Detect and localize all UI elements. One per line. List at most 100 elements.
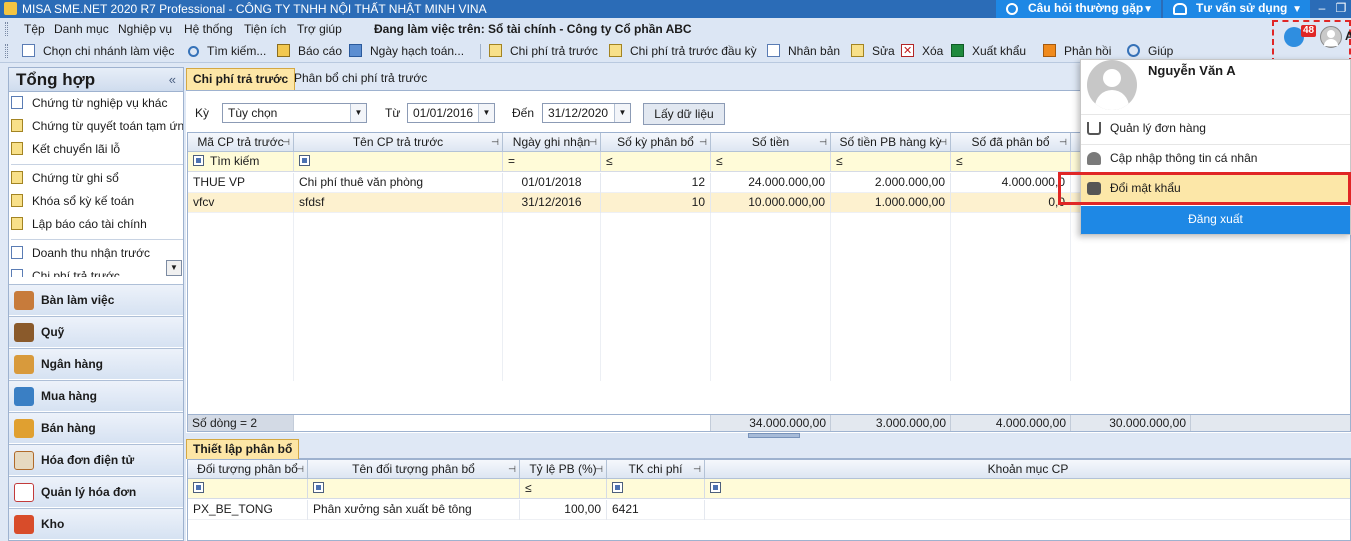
filter-target-name[interactable]	[308, 479, 520, 499]
pin-icon[interactable]: ⊣	[1059, 133, 1067, 151]
feedback-button[interactable]: Phản hồi	[1043, 43, 1111, 60]
prepaid-cost-button[interactable]: Chi phí trả trước	[489, 43, 598, 60]
filter-account[interactable]	[607, 479, 705, 499]
feedback-label: Phản hồi	[1064, 44, 1112, 58]
logout-button[interactable]: Đăng xuất	[1081, 206, 1350, 234]
grid-line	[293, 213, 294, 381]
pin-icon[interactable]: ⊣	[819, 133, 827, 151]
menu-help[interactable]: Trợ giúp	[297, 22, 342, 36]
nav-item-other-vouchers[interactable]: Chứng từ nghiệp vụ khác	[11, 94, 183, 114]
nav-item-financial-report[interactable]: Lập báo cáo tài chính	[11, 215, 183, 235]
posting-date-button[interactable]: Ngày hạch toán...	[349, 43, 464, 60]
column-header-periods[interactable]: Số kỳ phân bổ ⊣	[601, 133, 711, 152]
select-branch-button[interactable]: Chọn chi nhánh làm việc	[22, 43, 174, 60]
menu-catalog[interactable]: Danh mục	[54, 22, 109, 36]
tab-prepaid-allocation[interactable]: Phân bổ chi phí trả trước	[288, 68, 433, 90]
nav-item-deferred-revenue[interactable]: Doanh thu nhận trước	[11, 244, 183, 264]
column-header-date[interactable]: Ngày ghi nhận ⊣	[503, 133, 601, 152]
faq-button[interactable]: Câu hỏi thường gặp ▼	[996, 0, 1161, 18]
column-header-amount[interactable]: Số tiền ⊣	[711, 133, 831, 152]
title-bar: MISA SME.NET 2020 R7 Professional - CÔNG…	[0, 0, 1351, 18]
module-desk[interactable]: Bàn làm việc	[9, 284, 183, 315]
prepaid-opening-button[interactable]: Chi phí trả trước đầu kỳ	[609, 43, 757, 60]
module-warehouse[interactable]: Kho	[9, 508, 183, 539]
to-date-input[interactable]: 31/12/2020 ▼	[542, 103, 631, 123]
avatar[interactable]	[1320, 26, 1342, 48]
tab-allocation-setup[interactable]: Thiết lập phân bổ	[186, 439, 300, 459]
module-invoice-management[interactable]: Quản lý hóa đơn	[9, 476, 183, 507]
report-button[interactable]: Báo cáo	[277, 43, 342, 60]
pin-icon[interactable]: ⊣	[508, 460, 516, 478]
pin-icon[interactable]: ⊣	[699, 133, 707, 151]
table-row[interactable]: PX_BE_TONG Phân xưởng sản xuất bê tông 1…	[188, 500, 1350, 520]
duplicate-button[interactable]: Nhân bản	[767, 43, 840, 60]
filter-code[interactable]: Tìm kiếm	[188, 152, 294, 172]
column-header-rate[interactable]: Tỷ lệ PB (%) ⊣	[520, 460, 607, 479]
menu-operations[interactable]: Nghiệp vụ	[118, 22, 172, 36]
pin-icon[interactable]: ⊣	[282, 133, 290, 151]
module-cash[interactable]: Quỹ	[9, 316, 183, 347]
collapse-icon[interactable]: «	[169, 72, 176, 87]
dropdown-arrow-icon[interactable]: ▼	[350, 104, 366, 122]
pin-icon[interactable]: ⊣	[595, 460, 603, 478]
pin-icon[interactable]: ⊣	[693, 460, 701, 478]
module-bank[interactable]: Ngân hàng	[9, 348, 183, 379]
calendar-dropdown-icon[interactable]: ▼	[478, 104, 494, 122]
filter-target[interactable]	[188, 479, 308, 499]
menu-file[interactable]: Tệp	[24, 22, 45, 36]
module-e-invoice[interactable]: Hóa đơn điện tử	[9, 444, 183, 475]
filter-name[interactable]	[294, 152, 503, 172]
nav-item-advance-settlement[interactable]: Chứng từ quyết toán tạm ứn...	[11, 117, 183, 137]
fetch-data-button[interactable]: Lấy dữ liệu	[643, 103, 725, 125]
filter-cost-item[interactable]	[705, 479, 1350, 499]
filter-periods[interactable]: ≤	[601, 152, 711, 172]
export-button[interactable]: Xuất khẩu	[951, 43, 1026, 60]
pin-icon[interactable]: ⊣	[939, 133, 947, 151]
search-button[interactable]: Tìm kiếm...	[188, 43, 266, 60]
cell-account: 6421	[607, 500, 705, 520]
module-sales[interactable]: Bán hàng	[9, 412, 183, 443]
from-date-input[interactable]: 01/01/2016 ▼	[407, 103, 495, 123]
nav-item-close-period[interactable]: Khóa sổ kỳ kế toán	[11, 192, 183, 212]
column-header-period-amount[interactable]: Số tiền PB hàng kỳ ⊣	[831, 133, 951, 152]
period-select[interactable]: Tùy chọn ▼	[222, 103, 367, 123]
consult-button[interactable]: Tư vấn sử dụng ▼	[1163, 0, 1310, 18]
column-header-account[interactable]: TK chi phí ⊣	[607, 460, 705, 479]
scroll-down-button[interactable]: ▼	[166, 260, 182, 276]
splitter-handle[interactable]	[748, 433, 800, 438]
delete-button[interactable]: Xóa	[901, 43, 943, 60]
sales-icon	[14, 419, 34, 438]
menu-item-update-profile[interactable]: Cập nhập thông tin cá nhân	[1081, 144, 1350, 172]
nav-item-prepaid-cost[interactable]: Chi phí trả trước	[11, 267, 183, 277]
filter-rate[interactable]: ≤	[520, 479, 607, 499]
column-header-cost-item[interactable]: Khoản mục CP	[705, 460, 1350, 479]
nav-item-profit-transfer[interactable]: Kết chuyển lãi lỗ	[11, 140, 183, 160]
nav-item-ledger-vouchers[interactable]: Chứng từ ghi sổ	[11, 169, 183, 189]
consult-label: Tư vấn sử dụng	[1196, 1, 1288, 15]
column-label: Số tiền PB hàng kỳ	[839, 135, 942, 149]
menu-system[interactable]: Hệ thống	[184, 22, 233, 36]
minimize-button[interactable]: –	[1312, 0, 1332, 18]
pin-icon[interactable]: ⊣	[296, 460, 304, 478]
cell-period-amount: 1.000.000,00	[831, 193, 951, 213]
filter-amount[interactable]: ≤	[711, 152, 831, 172]
filter-period-amount[interactable]: ≤	[831, 152, 951, 172]
menu-utilities[interactable]: Tiện ích	[244, 22, 286, 36]
edit-button[interactable]: Sửa	[851, 43, 895, 60]
filter-allocated[interactable]: ≤	[951, 152, 1071, 172]
desk-icon	[14, 291, 34, 310]
calendar-dropdown-icon[interactable]: ▼	[614, 104, 630, 122]
restore-button[interactable]: ❐	[1331, 0, 1351, 18]
help-button[interactable]: Giúp	[1127, 43, 1173, 60]
pin-icon[interactable]: ⊣	[589, 133, 597, 151]
module-purchase[interactable]: Mua hàng	[9, 380, 183, 411]
column-header-allocated[interactable]: Số đã phân bổ ⊣	[951, 133, 1071, 152]
filter-date[interactable]: =	[503, 152, 601, 172]
column-header-target[interactable]: Đối tượng phân bổ ⊣	[188, 460, 308, 479]
column-header-code[interactable]: Mã CP trả trước ⊣	[188, 133, 294, 152]
column-header-name[interactable]: Tên CP trả trước ⊣	[294, 133, 503, 152]
menu-item-order-management[interactable]: Quản lý đơn hàng	[1081, 114, 1350, 142]
column-header-target-name[interactable]: Tên đối tượng phân bổ ⊣	[308, 460, 520, 479]
tab-prepaid-cost[interactable]: Chi phí trả trước	[186, 68, 296, 90]
pin-icon[interactable]: ⊣	[491, 133, 499, 151]
